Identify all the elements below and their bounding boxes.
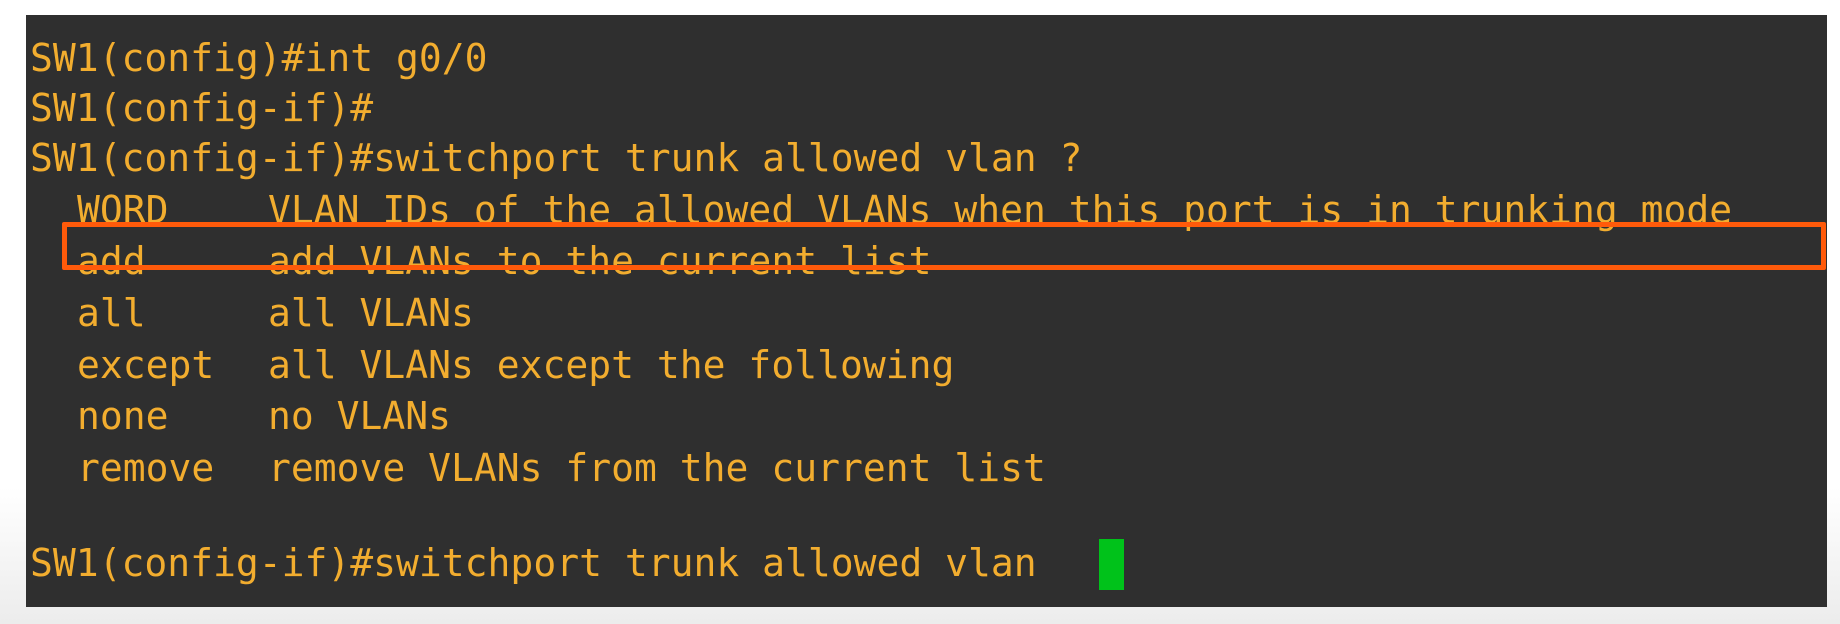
terminal-window[interactable]: SW1(config)#int g0/0 SW1(config-if)# SW1… [26,15,1827,607]
terminal-line: SW1(config)#int g0/0 [30,36,488,80]
highlight-box [62,222,1826,270]
option-description: all VLANs except the following [268,343,955,387]
option-keyword: except [77,343,215,387]
option-description: remove VLANs from the current list [268,446,1046,490]
option-row: except all VLANs except the following [26,339,1827,391]
option-row: remove remove VLANs from the current lis… [26,442,1827,494]
option-keyword: none [77,394,169,438]
terminal-line: SW1(config-if)#switchport trunk allowed … [30,136,1083,180]
option-row: all all VLANs [26,287,1827,339]
terminal-line: SW1(config-if)# [30,86,374,130]
option-row: none no VLANs [26,390,1827,442]
cursor [1099,539,1124,590]
terminal-prompt[interactable]: SW1(config-if)#switchport trunk allowed … [30,537,1060,589]
option-keyword: remove [77,446,215,490]
option-description: all VLANs [268,291,474,335]
option-keyword: all [77,291,146,335]
option-description: no VLANs [268,394,452,438]
